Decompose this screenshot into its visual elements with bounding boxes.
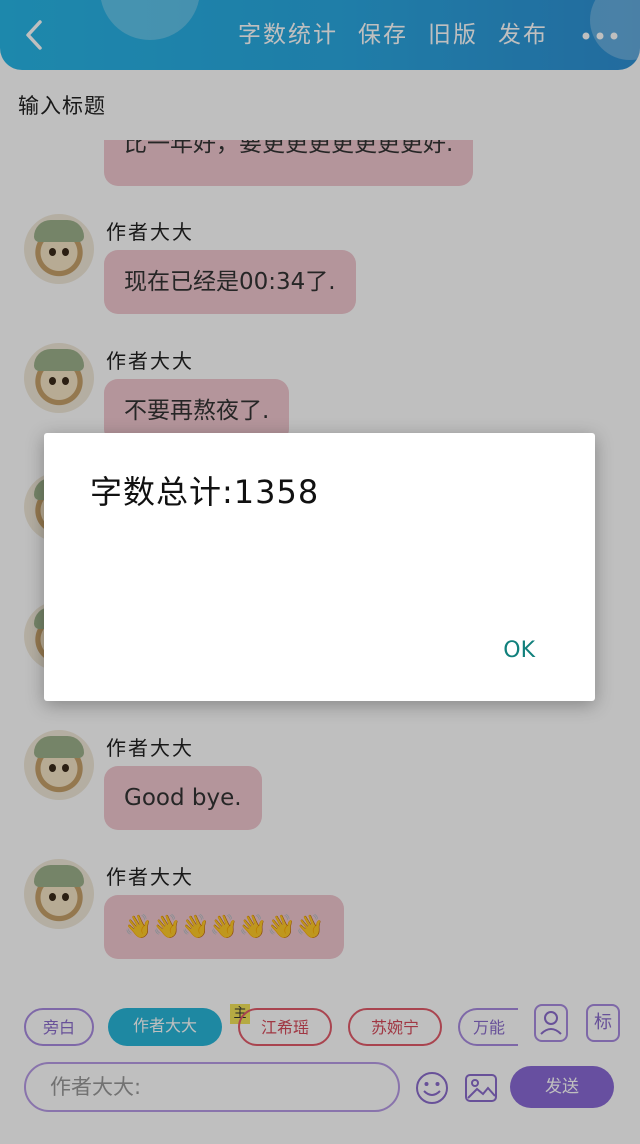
dialog-message: 字数总计:1358 [90,473,320,511]
word-count-dialog: 字数总计:1358 OK [44,433,595,701]
ok-button[interactable]: OK [503,638,535,663]
app-root: 字数统计 保存 旧版 发布 输入标题 比一年好，要更更更更更更更好. 作者大大 … [0,0,640,1144]
